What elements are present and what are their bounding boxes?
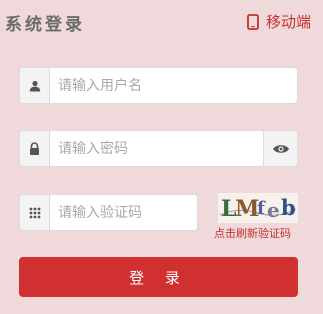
page-title: 系统登录 [5,15,85,35]
password-field [19,130,298,167]
captcha-text: b [281,195,296,220]
username-input[interactable] [50,68,297,103]
password-input[interactable] [50,131,263,166]
user-icon [20,68,50,103]
phone-icon [247,13,261,30]
captcha-refresh-link[interactable]: 点击刷新验证码 [214,225,291,241]
username-field [19,67,298,104]
eye-icon[interactable] [263,131,297,166]
login-button[interactable]: 登 录 [19,257,298,297]
captcha-text: e [267,198,280,222]
lock-icon [20,131,50,166]
captcha-text: M [235,196,259,222]
captcha-input[interactable] [50,195,197,230]
captcha-image[interactable]: L M f e b [218,193,298,223]
mobile-link-label: 移动端 [265,13,311,31]
captcha-field [19,194,198,231]
captcha-text: f [257,198,266,219]
mobile-version-link[interactable]: 移动端 [247,11,311,32]
keypad-icon [20,195,50,230]
